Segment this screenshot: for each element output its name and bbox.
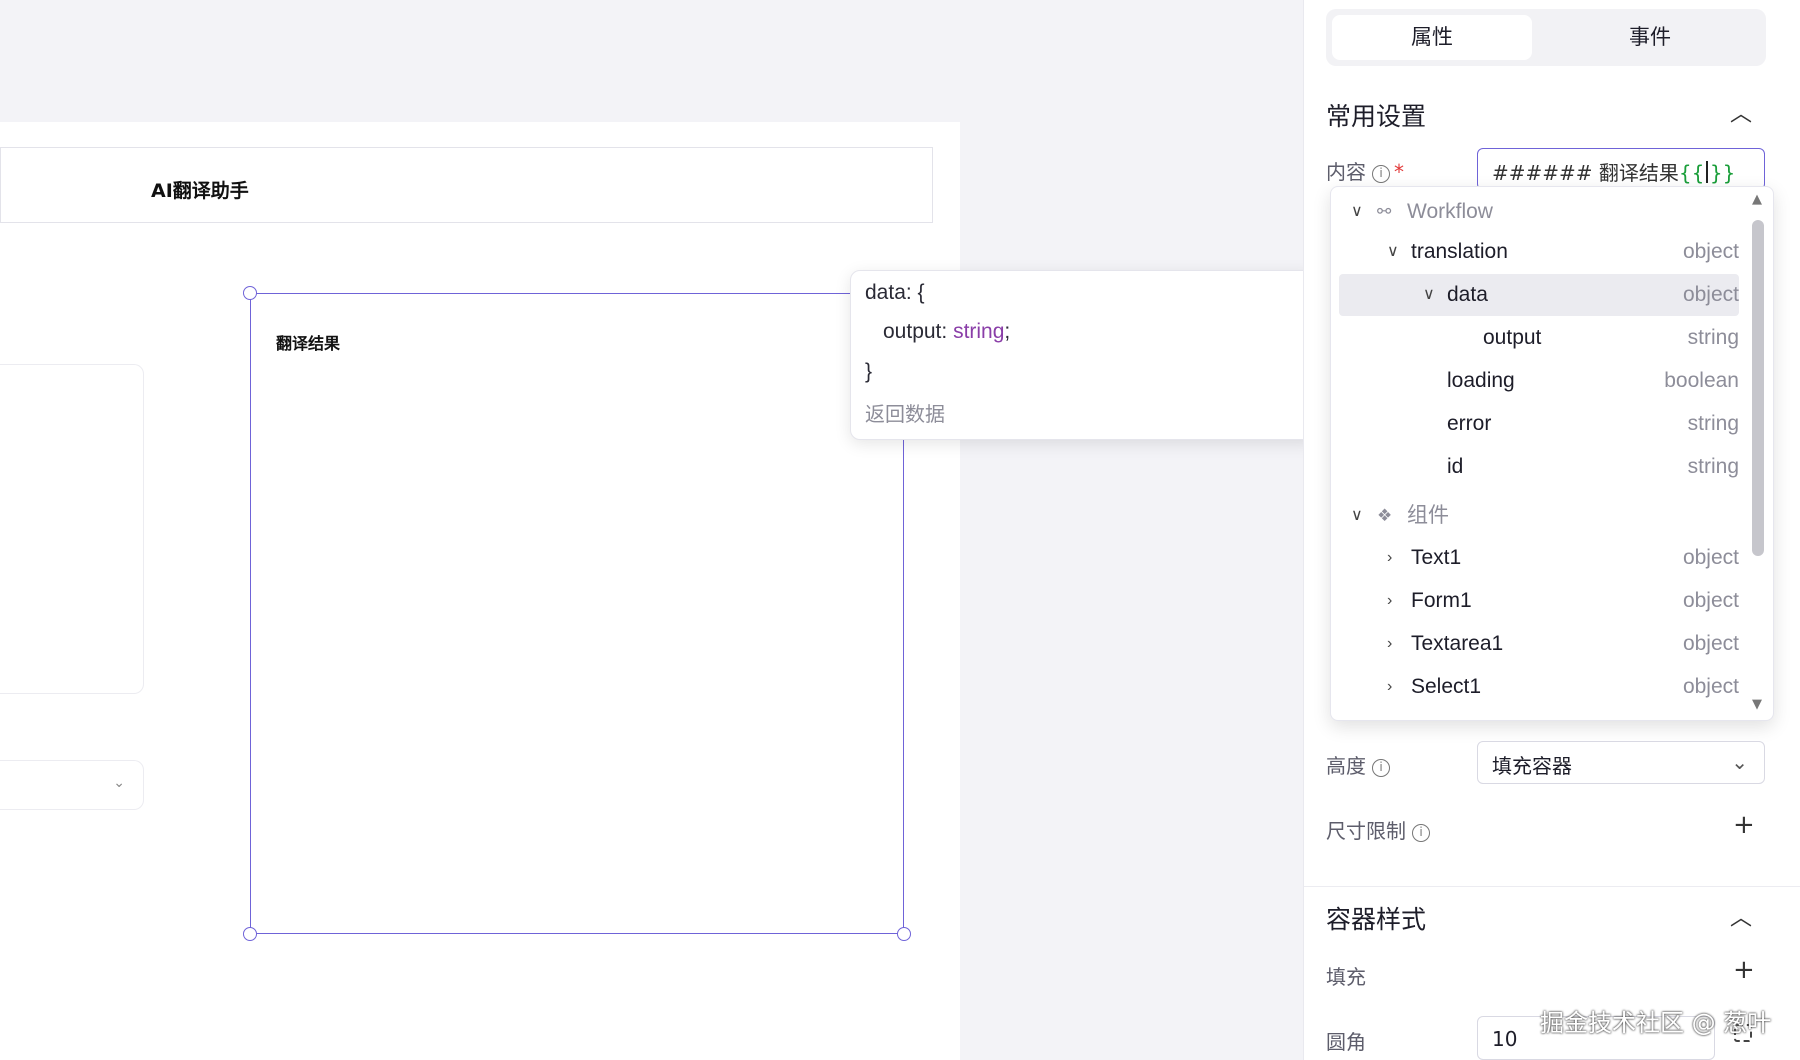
radius-label: 圆角 — [1326, 1030, 1366, 1054]
brace-close: }} — [1709, 161, 1736, 185]
chevron-right-icon[interactable]: › — [1387, 666, 1392, 708]
tree-group-components[interactable]: ∨ ❖ 组件 — [1339, 495, 1739, 537]
tree-item-type: object — [1682, 240, 1739, 263]
tree-item-name: Text1 — [1411, 546, 1462, 569]
left-card-component[interactable] — [0, 364, 144, 694]
watermark-text: 掘金技术社区 @ 葱叶 — [1540, 1009, 1772, 1037]
collapse-common-icon[interactable]: ︿ — [1730, 96, 1752, 128]
tab-properties[interactable]: 属性 — [1332, 15, 1532, 60]
scroll-down-icon[interactable]: ▼ — [1752, 697, 1762, 712]
tree-item-type: boolean — [1664, 369, 1739, 392]
fill-label: 填充 — [1326, 965, 1366, 989]
tree-group-label: 组件 — [1407, 504, 1449, 527]
content-input[interactable]: ###### 翻译结果{{}} — [1477, 148, 1765, 190]
component-icon: ❖ — [1377, 506, 1393, 525]
tooltip-description: 返回数据 — [865, 404, 945, 426]
size-limit-label-row: 尺寸限制 i — [1326, 815, 1430, 844]
text-caret — [1706, 161, 1708, 183]
tree-item-name: output — [1483, 326, 1542, 349]
tree-item-text1[interactable]: › Text1 object — [1339, 537, 1739, 579]
tooltip-type: string — [953, 320, 1005, 343]
chevron-down-icon[interactable]: ∨ — [1351, 191, 1363, 233]
tooltip-line-open: data: { — [865, 281, 925, 304]
tree-item-name: error — [1447, 412, 1492, 435]
tree-item-name: id — [1447, 455, 1464, 478]
scrollbar-thumb[interactable] — [1752, 220, 1764, 556]
info-icon[interactable]: i — [1372, 759, 1390, 777]
chevron-right-icon[interactable]: › — [1387, 537, 1392, 579]
collapse-container-icon[interactable]: ︿ — [1730, 900, 1752, 932]
section-title-container: 容器样式 — [1326, 905, 1427, 934]
content-label-row: 内容 i * — [1326, 156, 1404, 185]
tree-item-loading[interactable]: loading boolean — [1339, 360, 1739, 402]
scroll-up-icon[interactable]: ▲ — [1752, 192, 1762, 207]
height-select[interactable]: 填充容器 ⌄ — [1477, 741, 1765, 784]
chevron-down-icon: ⌄ — [1731, 750, 1748, 774]
chevron-down-icon: ⌄ — [113, 775, 125, 791]
add-fill-icon[interactable]: + — [1733, 955, 1755, 985]
chevron-down-icon[interactable]: ∨ — [1387, 231, 1399, 273]
tree-item-data[interactable]: ∨ data object — [1339, 274, 1739, 316]
height-label-row: 高度 i — [1326, 750, 1390, 779]
tree-item-name: Textarea1 — [1411, 632, 1504, 655]
tooltip-semicolon: ; — [1004, 320, 1011, 343]
panel-tabs: 属性 事件 — [1326, 9, 1766, 66]
tree-item-type: object — [1682, 632, 1739, 655]
radius-input-value: 10 — [1492, 1027, 1518, 1051]
result-label: 翻译结果 — [276, 334, 341, 353]
tree-item-name: Form1 — [1411, 589, 1472, 612]
chevron-down-icon[interactable]: ∨ — [1351, 495, 1363, 537]
tree-group-workflow[interactable]: ∨ ⚯ Workflow — [1339, 191, 1739, 233]
brace-open: {{ — [1678, 161, 1705, 185]
tree-item-type: object — [1682, 546, 1739, 569]
tree-item-select1[interactable]: › Select1 object — [1339, 666, 1739, 708]
height-label: 高度 — [1326, 754, 1366, 778]
chevron-right-icon[interactable]: › — [1387, 623, 1392, 665]
translation-result-component[interactable] — [250, 293, 904, 934]
tree-item-id[interactable]: id string — [1339, 446, 1739, 488]
resize-handle-top-left[interactable] — [243, 286, 257, 300]
resize-handle-bottom-right[interactable] — [897, 927, 911, 941]
tree-item-type: object — [1682, 675, 1739, 698]
resize-handle-bottom-left[interactable] — [243, 927, 257, 941]
chevron-down-icon[interactable]: ∨ — [1423, 274, 1435, 316]
tooltip-line-close: } — [865, 360, 873, 383]
workflow-icon: ⚯ — [1377, 202, 1392, 221]
variable-dropdown: ∨ ⚯ Workflow ∨ translation object ∨ data… — [1330, 186, 1774, 721]
tree-item-form1[interactable]: › Form1 object — [1339, 580, 1739, 622]
content-text: ###### 翻译结果 — [1492, 161, 1679, 185]
tree-item-type: string — [1687, 455, 1739, 478]
add-size-limit-icon[interactable]: + — [1733, 810, 1755, 840]
tree-item-textarea1[interactable]: › Textarea1 object — [1339, 623, 1739, 665]
content-label: 内容 — [1326, 160, 1366, 184]
info-icon[interactable]: i — [1372, 165, 1390, 183]
tree-item-name: loading — [1447, 369, 1515, 392]
info-icon[interactable]: i — [1412, 824, 1430, 842]
section-divider — [1304, 886, 1800, 887]
height-select-value: 填充容器 — [1492, 754, 1572, 778]
size-limit-label: 尺寸限制 — [1326, 819, 1406, 843]
tree-item-name: Select1 — [1411, 675, 1482, 698]
tree-group-label: Workflow — [1407, 200, 1493, 223]
header-component[interactable] — [0, 147, 933, 223]
chevron-right-icon[interactable]: › — [1387, 580, 1392, 622]
tree-item-name: translation — [1411, 240, 1508, 263]
required-mark: * — [1394, 160, 1404, 184]
left-select-component[interactable]: ⌄ — [0, 760, 144, 810]
tree-item-type: string — [1687, 326, 1739, 349]
header-title: AI翻译助手 — [151, 180, 249, 202]
tree-item-translation[interactable]: ∨ translation object — [1339, 231, 1739, 273]
tree-item-type: object — [1682, 589, 1739, 612]
type-tooltip: data: { output: string; } 返回数据 — [850, 270, 1317, 440]
tooltip-key: output: — [883, 320, 954, 343]
tree-item-output[interactable]: output string — [1339, 317, 1739, 359]
tab-events[interactable]: 事件 — [1550, 15, 1750, 60]
tree-item-name: data — [1447, 283, 1488, 306]
tree-item-type: string — [1687, 412, 1739, 435]
section-title-common: 常用设置 — [1326, 102, 1427, 131]
tree-item-error[interactable]: error string — [1339, 403, 1739, 445]
tooltip-line-output: output: string; — [883, 320, 1010, 344]
tree-item-type: object — [1682, 283, 1739, 306]
